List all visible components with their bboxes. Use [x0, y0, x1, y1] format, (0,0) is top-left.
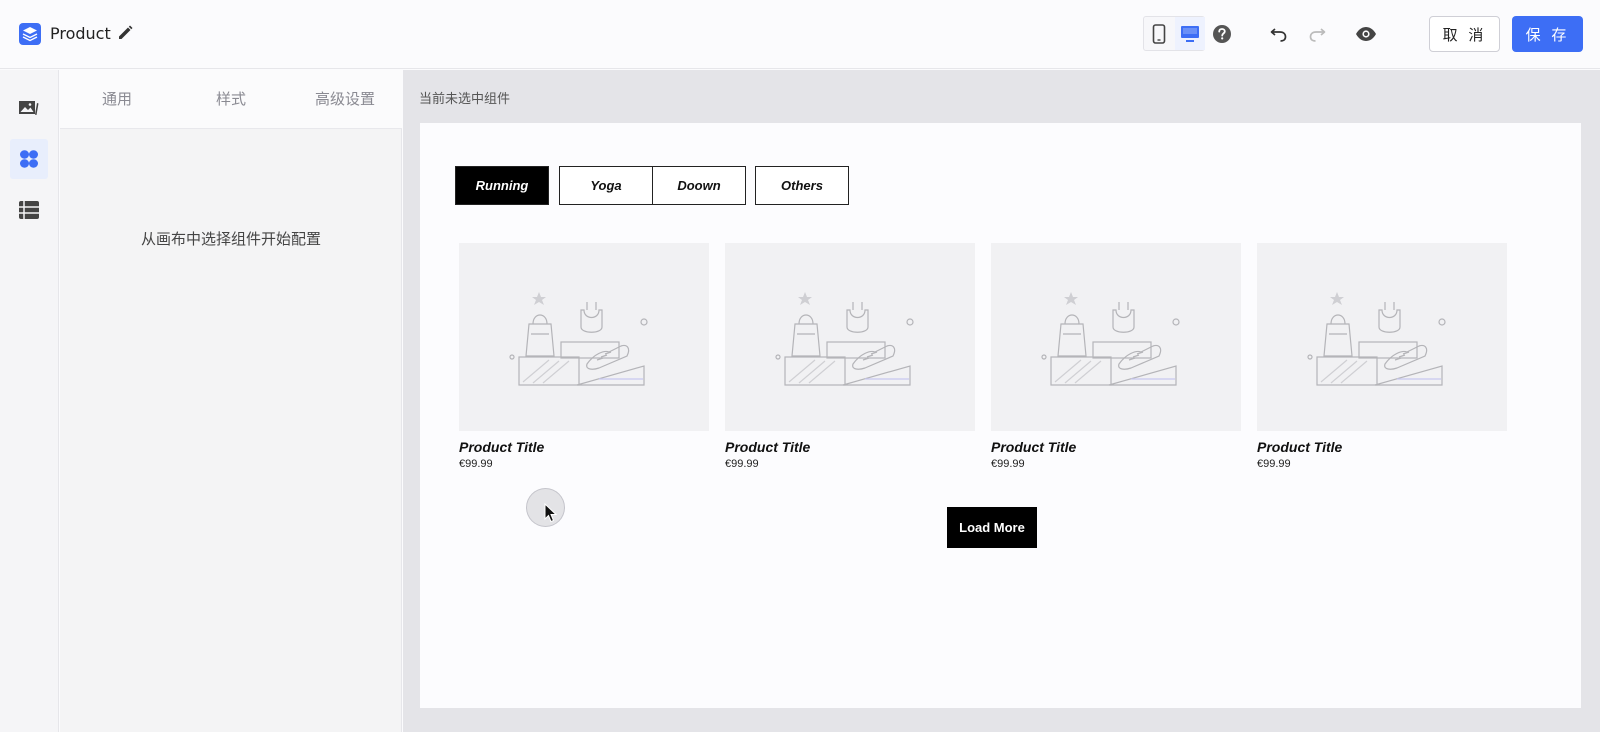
- undo-icon[interactable]: [1268, 23, 1290, 45]
- filter-yoga[interactable]: Yoga: [559, 166, 653, 205]
- top-bar: Product 取 消 保 存: [0, 0, 1600, 69]
- tab-style[interactable]: 样式: [174, 88, 288, 109]
- selection-status: 当前未选中组件: [419, 92, 511, 107]
- product-title: Product Title: [459, 439, 545, 455]
- mobile-icon: [1152, 23, 1166, 44]
- canvas[interactable]: Running Yoga Doown Others Product Title …: [420, 123, 1581, 708]
- rail-item-layers[interactable]: [10, 190, 48, 230]
- settings-panel: 通用 样式 高级设置 从画布中选择组件开始配置: [60, 70, 402, 732]
- image-icon: [19, 101, 39, 115]
- cancel-button[interactable]: 取 消: [1429, 16, 1500, 52]
- product-illustration-icon: [509, 292, 648, 386]
- product-price: €99.99: [459, 458, 493, 470]
- product-title: Product Title: [991, 439, 1077, 455]
- desktop-view-button[interactable]: [1175, 17, 1205, 50]
- panel-tabs: 通用 样式 高级设置: [60, 70, 402, 129]
- filter-others[interactable]: Others: [755, 166, 849, 205]
- components-icon: [20, 150, 38, 168]
- mobile-view-button[interactable]: [1144, 17, 1174, 50]
- product-price: €99.99: [1257, 458, 1291, 470]
- save-button[interactable]: 保 存: [1512, 16, 1583, 52]
- filter-doown[interactable]: Doown: [652, 166, 746, 205]
- product-placeholder-image: [725, 243, 975, 431]
- layers-icon: [19, 23, 41, 45]
- product-price: €99.99: [991, 458, 1025, 470]
- device-switcher: [1143, 16, 1205, 51]
- product-illustration-icon: [1307, 292, 1446, 386]
- help-icon[interactable]: [1211, 23, 1233, 45]
- product-price: €99.99: [725, 458, 759, 470]
- canvas-area: 当前未选中组件 Running Yoga Doown Others Produc…: [403, 70, 1600, 732]
- product-card[interactable]: Product Title €99.99: [725, 243, 975, 470]
- pencil-icon[interactable]: [116, 24, 134, 42]
- redo-icon[interactable]: [1306, 23, 1328, 45]
- left-rail: [0, 70, 59, 732]
- rail-item-media[interactable]: [10, 88, 48, 128]
- list-icon: [19, 201, 39, 219]
- product-placeholder-image: [1257, 243, 1507, 431]
- product-title: Product Title: [725, 439, 811, 455]
- product-placeholder-image: [459, 243, 709, 431]
- product-placeholder-image: [991, 243, 1241, 431]
- desktop-icon: [1181, 25, 1199, 42]
- tab-advanced[interactable]: 高级设置: [288, 88, 402, 109]
- page-title: Product: [50, 24, 111, 43]
- rail-item-components[interactable]: [10, 139, 48, 179]
- product-illustration-icon: [1041, 292, 1180, 386]
- product-card[interactable]: Product Title €99.99: [991, 243, 1241, 470]
- filter-running[interactable]: Running: [455, 166, 549, 205]
- product-card[interactable]: Product Title €99.99: [459, 243, 709, 470]
- cursor-icon: [544, 503, 558, 523]
- product-card[interactable]: Product Title €99.99: [1257, 243, 1507, 470]
- eye-icon[interactable]: [1355, 23, 1377, 45]
- load-more-button[interactable]: Load More: [947, 507, 1037, 548]
- tab-general[interactable]: 通用: [60, 88, 174, 109]
- product-illustration-icon: [775, 292, 914, 386]
- panel-empty-hint: 从画布中选择组件开始配置: [140, 230, 321, 248]
- product-title: Product Title: [1257, 439, 1343, 455]
